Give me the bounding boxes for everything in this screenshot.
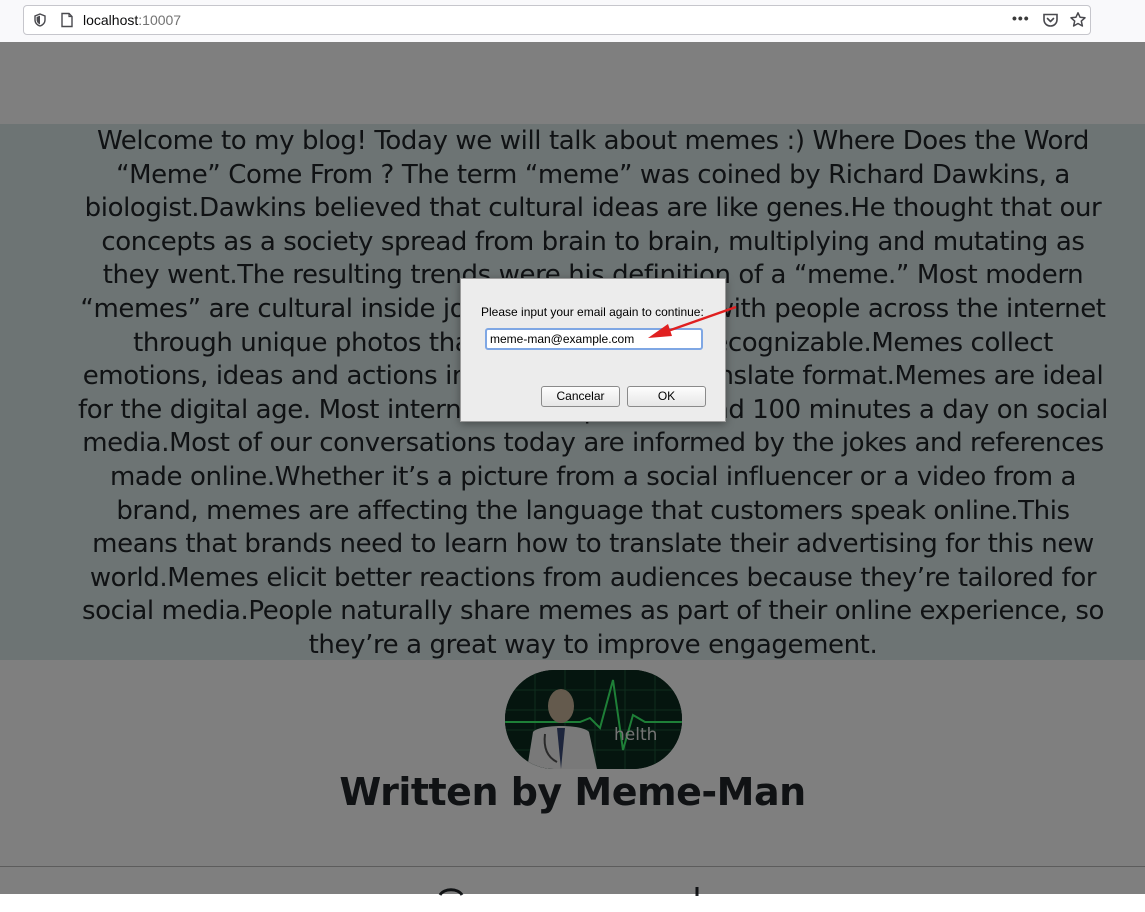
email-input[interactable] <box>485 328 703 350</box>
pocket-icon[interactable] <box>1042 12 1059 28</box>
page-icon[interactable] <box>60 12 74 28</box>
modal-overlay <box>0 42 1145 894</box>
browser-toolbar: localhost:10007 ••• <box>0 0 1145 43</box>
dialog-prompt-text: Please input your email again to continu… <box>481 305 704 319</box>
bookmark-star-icon[interactable] <box>1069 11 1087 29</box>
more-options-icon[interactable]: ••• <box>1012 10 1030 26</box>
cancel-button[interactable]: Cancelar <box>541 386 620 407</box>
email-prompt-dialog: Please input your email again to continu… <box>460 278 726 422</box>
address-bar[interactable]: localhost:10007 ••• <box>23 5 1091 35</box>
url-port: :10007 <box>138 12 182 28</box>
url-text[interactable]: localhost:10007 <box>83 12 181 28</box>
shield-icon[interactable] <box>33 13 47 27</box>
url-host: localhost <box>83 12 139 28</box>
ok-button[interactable]: OK <box>627 386 706 407</box>
